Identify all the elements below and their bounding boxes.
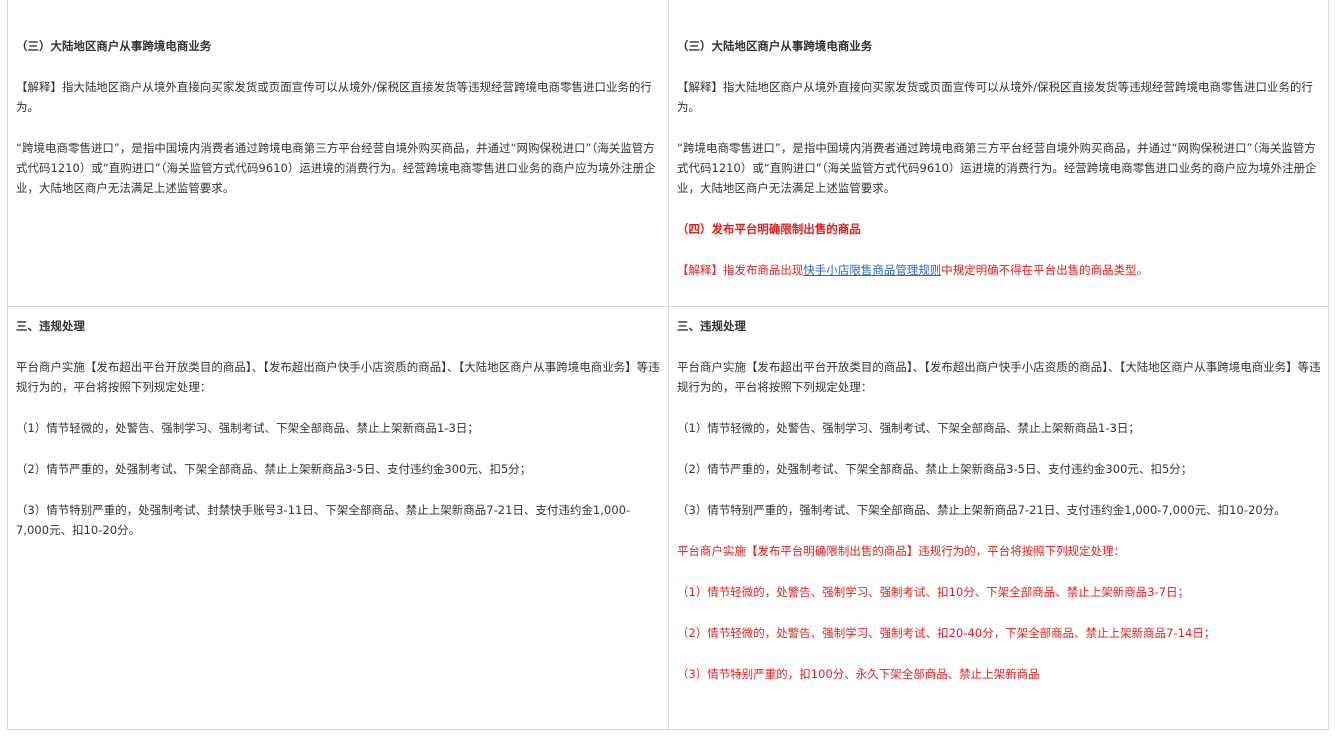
penalty-heading: 三、违规处理 bbox=[16, 319, 85, 333]
penalty-item: （2）情节严重的，处强制考试、下架全部商品、禁止上架新商品3-5日、支付违约金3… bbox=[16, 462, 532, 476]
restricted-goods-rules-link[interactable]: 快手小店限售商品管理规则 bbox=[803, 263, 941, 277]
restricted-penalty-item: （2）情节轻微的，处警告、强制学习、强制考试、扣20-40分，下架全部商品、禁止… bbox=[677, 626, 1216, 640]
explanation-text: 【解释】指大陆地区商户从境外直接向买家发货或页面宣传可以从境外/保税区直接发货等… bbox=[16, 80, 652, 114]
row-divider bbox=[8, 306, 1328, 307]
restricted-penalty-item: （1）情节轻微的，处警告、强制学习、强制考试、扣10分、下架全部商品、禁止上架新… bbox=[677, 585, 1190, 599]
section-heading-restricted: （四）发布平台明确限制出售的商品 bbox=[677, 222, 861, 236]
restricted-explanation: 【解释】指发布商品出现快手小店限售商品管理规则中规定明确不得在平台出售的商品类型… bbox=[677, 260, 1321, 280]
penalty-item: （1）情节轻微的，处警告、强制学习、强制考试、下架全部商品、禁止上架新商品1-3… bbox=[677, 421, 1140, 435]
penalty-item: （2）情节严重的，处强制考试、下架全部商品、禁止上架新商品3-5日、支付违约金3… bbox=[677, 462, 1193, 476]
penalty-item: （3）情节特别严重的，强制考试、下架全部商品、禁止上架新商品7-21日、支付违约… bbox=[677, 503, 1286, 517]
left-bottom-cell: 三、违规处理 平台商户实施【发布超出平台开放类目的商品】、【发布超出商户快手小店… bbox=[8, 316, 668, 561]
right-top-cell: （三）大陆地区商户从事跨境电商业务 【解释】指大陆地区商户从境外直接向买家发货或… bbox=[669, 36, 1329, 301]
rules-comparison-table: （三）大陆地区商户从事跨境电商业务 【解释】指大陆地区商户从境外直接向买家发货或… bbox=[7, 0, 1329, 730]
section-heading: （三）大陆地区商户从事跨境电商业务 bbox=[16, 39, 212, 53]
definition-text: “跨境电商零售进口”，是指中国境内消费者通过跨境电商第三方平台经营自境外购买商品… bbox=[677, 141, 1317, 195]
penalty-intro: 平台商户实施【发布超出平台开放类目的商品】、【发布超出商户快手小店资质的商品】、… bbox=[16, 360, 660, 394]
explanation-text: 【解释】指大陆地区商户从境外直接向买家发货或页面宣传可以从境外/保税区直接发货等… bbox=[677, 80, 1313, 114]
restricted-explanation-suffix: 中规定明确不得在平台出售的商品类型。 bbox=[941, 263, 1149, 277]
penalty-item: （1）情节轻微的，处警告、强制学习、强制考试、下架全部商品、禁止上架新商品1-3… bbox=[16, 421, 479, 435]
restricted-penalty-intro: 平台商户实施【发布平台明确限制出售的商品】违规行为的，平台将按照下列规定处理： bbox=[677, 544, 1126, 558]
penalty-heading: 三、违规处理 bbox=[677, 319, 746, 333]
penalty-intro: 平台商户实施【发布超出平台开放类目的商品】、【发布超出商户快手小店资质的商品】、… bbox=[677, 360, 1321, 394]
restricted-penalty-item: （3）情节特别严重的，扣100分、永久下架全部商品、禁止上架新商品 bbox=[677, 667, 1040, 681]
definition-text: “跨境电商零售进口”，是指中国境内消费者通过跨境电商第三方平台经营自境外购买商品… bbox=[16, 141, 656, 195]
right-bottom-cell: 三、违规处理 平台商户实施【发布超出平台开放类目的商品】、【发布超出商户快手小店… bbox=[669, 316, 1329, 705]
restricted-explanation-prefix: 【解释】指发布商品出现 bbox=[677, 263, 804, 277]
left-top-cell: （三）大陆地区商户从事跨境电商业务 【解释】指大陆地区商户从境外直接向买家发货或… bbox=[8, 36, 668, 219]
penalty-item: （3）情节特别严重的，处强制考试、封禁快手账号3-11日、下架全部商品、禁止上架… bbox=[16, 503, 631, 537]
section-heading: （三）大陆地区商户从事跨境电商业务 bbox=[677, 39, 873, 53]
